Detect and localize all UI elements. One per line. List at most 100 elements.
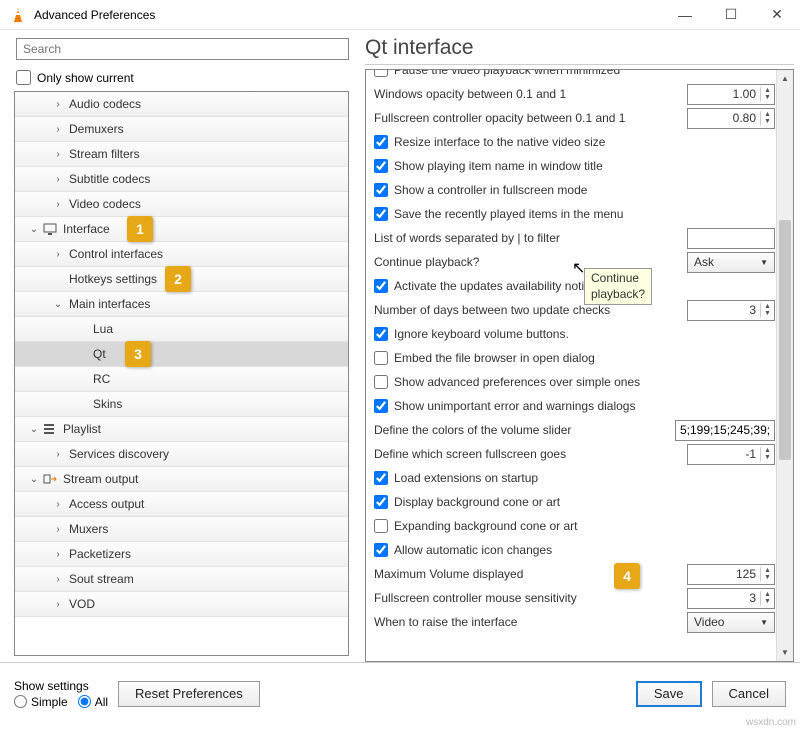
checkbox-pause_min[interactable] bbox=[374, 70, 388, 77]
chevron-down-icon: ▼ bbox=[760, 618, 768, 627]
spin-down-icon[interactable]: ▼ bbox=[761, 598, 774, 605]
tree-row-rc[interactable]: RC bbox=[15, 367, 348, 392]
spin-up-icon[interactable]: ▲ bbox=[761, 567, 774, 574]
tree-row-main-interfaces[interactable]: ⌄Main interfaces bbox=[15, 292, 348, 317]
chevron-icon[interactable]: › bbox=[51, 449, 65, 460]
chevron-icon[interactable]: › bbox=[51, 549, 65, 560]
scroll-down-icon[interactable]: ▼ bbox=[777, 644, 793, 661]
checkbox-show_name[interactable] bbox=[374, 159, 388, 173]
tree-row-sout-stream[interactable]: ›Sout stream bbox=[15, 567, 348, 592]
tree-row-video-codecs[interactable]: ›Video codecs bbox=[15, 192, 348, 217]
checkbox-resize[interactable] bbox=[374, 135, 388, 149]
reset-button[interactable]: Reset Preferences bbox=[118, 681, 260, 707]
spinbox-win_opacity[interactable]: 1.00▲▼ bbox=[687, 84, 775, 105]
minimize-button[interactable]: — bbox=[662, 0, 708, 30]
tree-label: Services discovery bbox=[65, 447, 169, 461]
spin-down-icon[interactable]: ▼ bbox=[761, 574, 774, 581]
chevron-icon[interactable]: › bbox=[51, 249, 65, 260]
opt-raise: When to raise the interfaceVideo▼ bbox=[374, 610, 775, 634]
radio-simple[interactable]: Simple bbox=[14, 695, 68, 709]
tree-row-interface[interactable]: ⌄Interface1 bbox=[15, 217, 348, 242]
chevron-icon[interactable]: ⌄ bbox=[27, 224, 41, 235]
tree-row-skins[interactable]: Skins bbox=[15, 392, 348, 417]
tree-row-stream-output[interactable]: ⌄Stream output bbox=[15, 467, 348, 492]
tree-row-services-discovery[interactable]: ›Services discovery bbox=[15, 442, 348, 467]
opt-save_recent: Save the recently played items in the me… bbox=[374, 202, 775, 226]
chevron-icon[interactable]: › bbox=[51, 149, 65, 160]
tree-row-lua[interactable]: Lua bbox=[15, 317, 348, 342]
textbox-vol_colors[interactable] bbox=[675, 420, 775, 441]
spin-up-icon[interactable]: ▲ bbox=[761, 591, 774, 598]
chevron-icon[interactable]: › bbox=[51, 499, 65, 510]
tree-label: Stream filters bbox=[65, 147, 140, 161]
combo-raise[interactable]: Video▼ bbox=[687, 612, 775, 633]
maximize-button[interactable]: ☐ bbox=[708, 0, 754, 30]
cancel-button[interactable]: Cancel bbox=[712, 681, 786, 707]
checkbox-ignore_kb[interactable] bbox=[374, 327, 388, 341]
chevron-icon[interactable]: › bbox=[51, 524, 65, 535]
only-show-current[interactable]: Only show current bbox=[16, 70, 353, 85]
textbox-filter[interactable] bbox=[687, 228, 775, 249]
tree-row-hotkeys-settings[interactable]: Hotkeys settings2 bbox=[15, 267, 348, 292]
checkbox-bg_cone[interactable] bbox=[374, 495, 388, 509]
spinbox-max_vol[interactable]: 125▲▼ bbox=[687, 564, 775, 585]
chevron-icon[interactable]: › bbox=[51, 599, 65, 610]
checkbox-save_recent[interactable] bbox=[374, 207, 388, 221]
tree-row-audio-codecs[interactable]: ›Audio codecs bbox=[15, 92, 348, 117]
tree-row-playlist[interactable]: ⌄ Playlist bbox=[15, 417, 348, 442]
scrollbar[interactable]: ▲ ▼ bbox=[776, 70, 793, 661]
chevron-icon[interactable]: › bbox=[51, 124, 65, 135]
spin-up-icon[interactable]: ▲ bbox=[761, 447, 774, 454]
chevron-icon[interactable]: ⌄ bbox=[27, 424, 41, 435]
opt-fs_opacity: Fullscreen controller opacity between 0.… bbox=[374, 106, 775, 130]
tree-label: Lua bbox=[89, 322, 113, 336]
checkbox-show_ctrl_fs[interactable] bbox=[374, 183, 388, 197]
only-show-checkbox[interactable] bbox=[16, 70, 31, 85]
save-button[interactable]: Save bbox=[636, 681, 702, 707]
scroll-up-icon[interactable]: ▲ bbox=[777, 70, 793, 87]
search-input[interactable] bbox=[16, 38, 349, 60]
spin-down-icon[interactable]: ▼ bbox=[761, 118, 774, 125]
tree-row-qt[interactable]: Qt3 bbox=[15, 342, 348, 367]
chevron-icon[interactable]: › bbox=[51, 174, 65, 185]
spin-down-icon[interactable]: ▼ bbox=[761, 310, 774, 317]
tree-row-control-interfaces[interactable]: ›Control interfaces bbox=[15, 242, 348, 267]
close-button[interactable]: ✕ bbox=[754, 0, 800, 30]
tree-row-muxers[interactable]: ›Muxers bbox=[15, 517, 348, 542]
spin-down-icon[interactable]: ▼ bbox=[761, 94, 774, 101]
tree-row-subtitle-codecs[interactable]: ›Subtitle codecs bbox=[15, 167, 348, 192]
chevron-icon[interactable]: › bbox=[51, 199, 65, 210]
checkbox-activate_upd[interactable] bbox=[374, 279, 388, 293]
label-bg_cone: Display background cone or art bbox=[394, 495, 775, 509]
spinbox-fs_screen[interactable]: -1▲▼ bbox=[687, 444, 775, 465]
checkbox-load_ext[interactable] bbox=[374, 471, 388, 485]
tree-row-packetizers[interactable]: ›Packetizers bbox=[15, 542, 348, 567]
spinbox-mouse_sens[interactable]: 3▲▼ bbox=[687, 588, 775, 609]
checkbox-adv_pref[interactable] bbox=[374, 375, 388, 389]
chevron-icon[interactable]: › bbox=[51, 574, 65, 585]
label-win_opacity: Windows opacity between 0.1 and 1 bbox=[374, 87, 681, 101]
tree-row-vod[interactable]: ›VOD bbox=[15, 592, 348, 617]
tree-label: Playlist bbox=[59, 422, 101, 436]
spinbox-fs_opacity[interactable]: 0.80▲▼ bbox=[687, 108, 775, 129]
tree-row-demuxers[interactable]: ›Demuxers bbox=[15, 117, 348, 142]
tree: ›Audio codecs›Demuxers›Stream filters›Su… bbox=[14, 91, 349, 656]
checkbox-unimportant[interactable] bbox=[374, 399, 388, 413]
spin-up-icon[interactable]: ▲ bbox=[761, 303, 774, 310]
chevron-icon[interactable]: › bbox=[51, 99, 65, 110]
scroll-thumb[interactable] bbox=[779, 220, 791, 460]
spinbox-days[interactable]: 3▲▼ bbox=[687, 300, 775, 321]
spin-up-icon[interactable]: ▲ bbox=[761, 87, 774, 94]
opt-load_ext: Load extensions on startup bbox=[374, 466, 775, 490]
checkbox-embed[interactable] bbox=[374, 351, 388, 365]
tree-row-access-output[interactable]: ›Access output bbox=[15, 492, 348, 517]
combo-cont_play[interactable]: Ask▼ bbox=[687, 252, 775, 273]
chevron-icon[interactable]: ⌄ bbox=[27, 474, 41, 485]
spin-up-icon[interactable]: ▲ bbox=[761, 111, 774, 118]
tree-row-stream-filters[interactable]: ›Stream filters bbox=[15, 142, 348, 167]
checkbox-exp_bg[interactable] bbox=[374, 519, 388, 533]
checkbox-auto_icon[interactable] bbox=[374, 543, 388, 557]
chevron-icon[interactable]: ⌄ bbox=[51, 299, 65, 310]
radio-all[interactable]: All bbox=[78, 695, 108, 709]
spin-down-icon[interactable]: ▼ bbox=[761, 454, 774, 461]
